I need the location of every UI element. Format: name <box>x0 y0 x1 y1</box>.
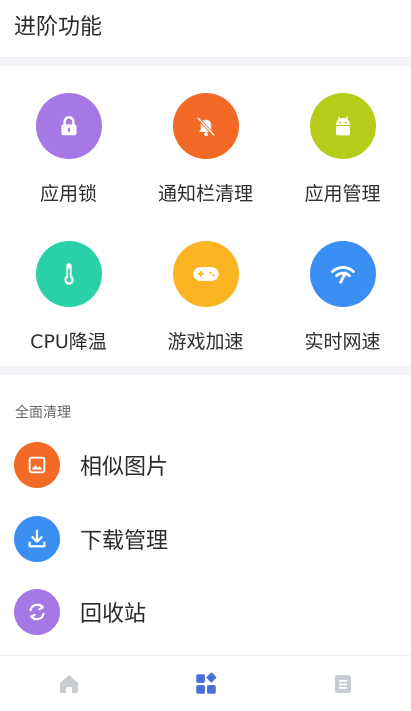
list-item-label: 回收站 <box>80 602 147 627</box>
list-item-similar-photos[interactable]: 相似图片 <box>0 430 411 500</box>
feature-grid: 应用锁 通知栏清理 应用管理 CPU降温 游戏加速 实时网速 <box>0 66 411 366</box>
feature-label: 游戏加速 <box>167 331 244 353</box>
feature-app-manager[interactable]: 应用管理 <box>274 93 411 223</box>
home-icon <box>59 675 78 693</box>
feature-label: 实时网速 <box>304 331 381 353</box>
feature-game-boost[interactable]: 游戏加速 <box>137 241 274 371</box>
list-item-label: 下载管理 <box>80 529 169 554</box>
wifi-icon <box>309 241 376 307</box>
section-title: 全面清理 <box>15 405 71 421</box>
document-icon <box>334 675 351 693</box>
feature-label: 通知栏清理 <box>157 183 253 205</box>
gamepad-icon <box>172 241 239 307</box>
feature-notification-cleanup[interactable]: 通知栏清理 <box>137 93 274 223</box>
list-item-download-manager[interactable]: 下载管理 <box>0 504 411 574</box>
recycle-icon <box>14 589 60 635</box>
page-title: 进阶功能 <box>14 15 103 40</box>
divider <box>0 58 411 66</box>
nav-home[interactable] <box>0 656 137 711</box>
download-icon <box>14 516 60 562</box>
list-item-label: 相似图片 <box>80 455 169 480</box>
bottom-nav <box>0 655 411 711</box>
bell-off-icon <box>172 93 239 159</box>
divider <box>0 366 411 375</box>
apps-icon <box>195 672 216 694</box>
feature-label: CPU降温 <box>30 331 107 353</box>
photo-icon <box>14 442 60 488</box>
android-icon <box>309 93 376 159</box>
nav-document[interactable] <box>274 656 411 711</box>
nav-apps[interactable] <box>137 656 274 711</box>
feature-app-lock[interactable]: 应用锁 <box>0 93 137 223</box>
feature-label: 应用锁 <box>39 183 97 205</box>
header: 进阶功能 <box>0 0 411 58</box>
feature-cpu-cooling[interactable]: CPU降温 <box>0 241 137 371</box>
feature-network-speed[interactable]: 实时网速 <box>274 241 411 371</box>
feature-label: 应用管理 <box>304 183 381 205</box>
lock-icon <box>35 93 102 159</box>
thermometer-icon <box>35 241 102 307</box>
list-item-recycle-bin[interactable]: 回收站 <box>0 577 411 647</box>
